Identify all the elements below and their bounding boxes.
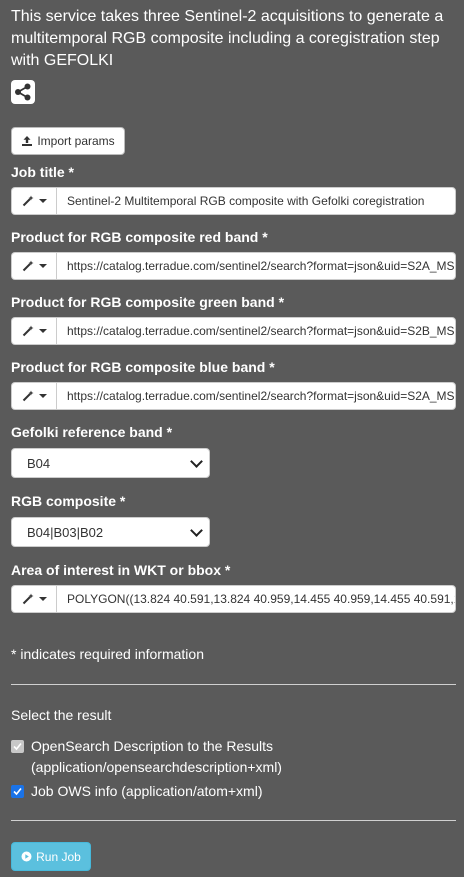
result-option-opensearch: OpenSearch Description to the Results (a… [11,738,321,778]
job-title-input[interactable]: Sentinel-2 Multitemporal RGB composite w… [56,187,456,215]
play-circle-icon [21,851,32,862]
result-option-ows: Job OWS info (application/atom+xml) [11,783,262,802]
magic-wand-icon [22,390,33,402]
service-description: This service takes three Sentinel-2 acqu… [11,8,444,69]
red-band-label: Product for RGB composite red band * [11,229,268,245]
caret-down-icon [38,264,47,268]
gefolki-band-select[interactable]: B04 [11,448,210,478]
import-params-button[interactable]: Import params [11,127,125,155]
caret-down-icon [38,329,47,333]
magic-wand-icon [22,195,33,207]
divider [11,820,456,821]
magic-wand-dropdown[interactable] [11,187,56,215]
rgb-composite-value: B04|B03|B02 [27,524,104,540]
aoi-input[interactable]: POLYGON((13.824 40.591,13.824 40.959,14.… [56,585,456,613]
gefolki-band-value: B04 [27,455,51,471]
run-job-button[interactable]: Run Job [11,842,91,871]
divider [11,684,456,685]
magic-wand-icon [22,325,33,337]
gefolki-band-label: Gefolki reference band * [11,424,173,440]
red-band-field: https://catalog.terradue.com/sentinel2/s… [11,252,456,280]
red-band-input[interactable]: https://catalog.terradue.com/sentinel2/s… [56,252,456,280]
magic-wand-dropdown[interactable] [11,252,56,280]
green-band-field: https://catalog.terradue.com/sentinel2/s… [11,317,456,345]
blue-band-field: https://catalog.terradue.com/sentinel2/s… [11,382,456,410]
blue-band-label: Product for RGB composite blue band * [11,359,275,375]
job-title-label: Job title * [11,164,75,180]
blue-band-input[interactable]: https://catalog.terradue.com/sentinel2/s… [56,382,456,410]
run-job-label: Run Job [36,849,81,864]
caret-down-icon [38,394,47,398]
share-button[interactable] [11,80,35,104]
opensearch-checkbox[interactable] [11,740,24,753]
rgb-composite-select[interactable]: B04|B03|B02 [11,517,210,547]
green-band-input[interactable]: https://catalog.terradue.com/sentinel2/s… [56,317,456,345]
check-icon [13,742,22,751]
magic-wand-dropdown[interactable] [11,382,56,410]
select-result-heading: Select the result [11,707,112,723]
opensearch-label: OpenSearch Description to the Results (a… [31,738,282,775]
aoi-label: Area of interest in WKT or bbox * [11,562,231,578]
magic-wand-icon [22,593,33,605]
magic-wand-icon [22,260,33,272]
chevron-down-icon [190,523,203,537]
green-band-label: Product for RGB composite green band * [11,294,285,310]
import-params-label: Import params [37,134,115,148]
share-icon [15,83,31,101]
check-icon [13,787,22,796]
required-note: * indicates required information [11,646,204,662]
rgb-composite-label: RGB composite * [11,493,126,509]
aoi-field: POLYGON((13.824 40.591,13.824 40.959,14.… [11,585,456,613]
caret-down-icon [38,199,47,203]
chevron-down-icon [190,454,203,468]
upload-icon [22,136,33,146]
magic-wand-dropdown[interactable] [11,585,56,613]
job-form: This service takes three Sentinel-2 acqu… [0,0,464,877]
magic-wand-dropdown[interactable] [11,317,56,345]
ows-label: Job OWS info (application/atom+xml) [31,783,263,799]
job-title-field: Sentinel-2 Multitemporal RGB composite w… [11,187,456,215]
caret-down-icon [38,597,47,601]
ows-checkbox[interactable] [11,785,24,798]
